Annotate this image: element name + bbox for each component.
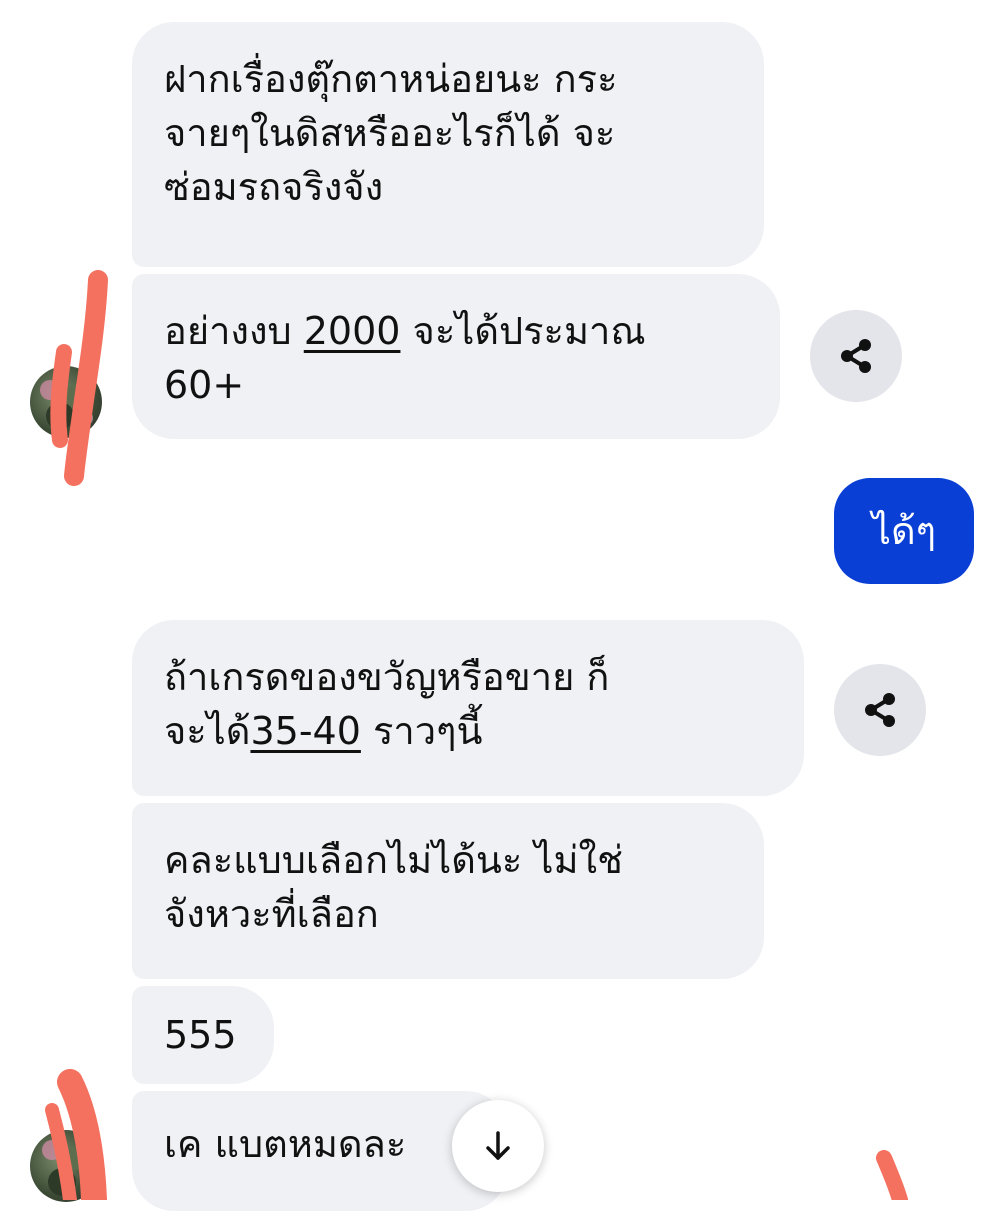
received-message-bubble[interactable]: 555 [132, 986, 274, 1084]
message-text: ถ้าเกรดของขวัญหรือขาย ก็ [164, 655, 610, 699]
message-text-line: จะได้35-40 ราวๆนี้ [164, 704, 772, 758]
message-text: จะได้ [164, 709, 251, 753]
share-icon [865, 693, 895, 727]
message-text: ซ่อมรถจริงจัง [164, 165, 384, 209]
received-message-bubble[interactable]: คละแบบเลือกไม่ได้นะ ไม่ใช่ จังหวะที่เลือ… [132, 803, 764, 979]
message-text: คละแบบเลือกไม่ได้นะ ไม่ใช่ [164, 838, 623, 882]
detected-number-link[interactable]: 2000 [304, 309, 401, 353]
message-text: 60+ [164, 363, 245, 407]
redaction-scribble [876, 1150, 908, 1200]
sent-message-bubble[interactable]: ได้ๆ [834, 478, 974, 584]
share-button[interactable] [810, 310, 902, 402]
message-text: จังหวะที่เลือก [164, 892, 379, 936]
message-text-line: อย่างงบ 2000 จะได้ประมาณ [164, 304, 748, 358]
share-icon [841, 339, 871, 373]
message-text: เค แบตหมดละ [164, 1122, 407, 1166]
message-text: ราวๆนี้ [360, 709, 483, 753]
message-text: 555 [164, 1013, 237, 1057]
share-button[interactable] [834, 664, 926, 756]
avatar-image [40, 380, 93, 430]
message-text: อย่างงบ [164, 309, 304, 353]
message-text: จะได้ประมาณ [400, 309, 646, 353]
arrow-down-icon [486, 1131, 510, 1160]
message-text: จายๆในดิสหรืออะไรก็ได้ จะ [164, 111, 616, 155]
contact-avatar[interactable] [30, 366, 102, 438]
received-message-bubble[interactable]: อย่างงบ 2000 จะได้ประมาณ 60+ [132, 274, 780, 439]
received-message-bubble[interactable]: ฝากเรื่องตุ๊กตาหน่อยนะ กระ จายๆในดิสหรือ… [132, 22, 764, 267]
scroll-to-bottom-button[interactable] [452, 1100, 544, 1192]
received-message-bubble[interactable]: ถ้าเกรดของขวัญหรือขาย ก็ จะได้35-40 ราวๆ… [132, 620, 804, 796]
message-text: ได้ๆ [871, 509, 937, 553]
contact-avatar[interactable] [30, 1130, 102, 1202]
message-text: ฝากเรื่องตุ๊กตาหน่อยนะ กระ [164, 57, 618, 101]
detected-number-link[interactable]: 35-40 [250, 709, 360, 753]
avatar-image [42, 1140, 90, 1196]
